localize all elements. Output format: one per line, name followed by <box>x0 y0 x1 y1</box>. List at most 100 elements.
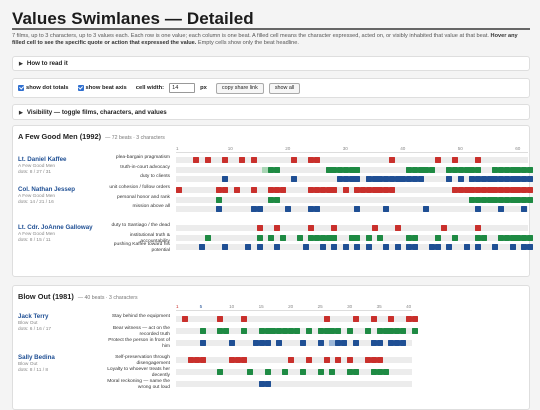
filled-beat-cell[interactable] <box>429 167 435 173</box>
filled-beat-cell[interactable] <box>388 316 395 322</box>
filled-beat-cell[interactable] <box>370 340 377 346</box>
filled-beat-cell[interactable] <box>317 328 324 334</box>
filled-beat-cell[interactable] <box>240 316 247 322</box>
filled-beat-cell[interactable] <box>446 176 453 182</box>
filled-beat-cell[interactable] <box>354 206 361 212</box>
filled-beat-cell[interactable] <box>199 357 206 363</box>
filled-beat-cell[interactable] <box>521 206 527 212</box>
filled-beat-cell[interactable] <box>475 157 481 163</box>
filled-beat-cell[interactable] <box>250 206 257 212</box>
filled-beat-cell[interactable] <box>400 340 407 346</box>
filled-beat-cell[interactable] <box>388 176 395 182</box>
filled-beat-cell[interactable] <box>229 340 236 346</box>
filled-beat-cell[interactable] <box>434 244 441 250</box>
filled-beat-cell[interactable] <box>365 235 372 241</box>
filled-beat-cell[interactable] <box>526 167 533 173</box>
filled-beat-cell[interactable] <box>296 235 303 241</box>
filled-beat-cell[interactable] <box>291 157 297 163</box>
filled-beat-cell[interactable] <box>417 176 424 182</box>
filled-beat-cell[interactable] <box>526 187 533 193</box>
filled-beat-cell[interactable] <box>299 340 306 346</box>
filled-beat-cell[interactable] <box>176 187 182 193</box>
filled-beat-cell[interactable] <box>264 369 271 375</box>
cell-width-input[interactable]: 14 <box>169 83 196 93</box>
filled-beat-cell[interactable] <box>347 357 354 363</box>
filled-beat-cell[interactable] <box>204 157 211 163</box>
filled-beat-cell[interactable] <box>376 328 383 334</box>
filled-beat-cell[interactable] <box>233 187 240 193</box>
filled-beat-cell[interactable] <box>305 357 312 363</box>
character-name[interactable]: Sally Bedina <box>18 354 55 361</box>
filled-beat-cell[interactable] <box>314 206 320 212</box>
copy-share-link-button[interactable]: copy share link <box>215 82 264 94</box>
filled-beat-cell[interactable] <box>370 357 377 363</box>
filled-beat-cell[interactable] <box>240 357 247 363</box>
filled-beat-cell[interactable] <box>353 316 359 322</box>
filled-beat-cell[interactable] <box>394 244 401 250</box>
filled-beat-cell[interactable] <box>480 176 487 182</box>
filled-beat-cell[interactable] <box>317 369 324 375</box>
filled-beat-cell[interactable] <box>509 244 516 250</box>
filled-beat-cell[interactable] <box>480 235 487 241</box>
filled-beat-cell[interactable] <box>223 328 230 334</box>
filled-beat-cell[interactable] <box>353 340 359 346</box>
filled-beat-cell[interactable] <box>264 340 271 346</box>
filled-beat-cell[interactable] <box>331 225 338 231</box>
filled-beat-cell[interactable] <box>216 206 223 212</box>
filled-beat-cell[interactable] <box>457 176 464 182</box>
visibility-toggle[interactable]: ▶ Visibility — toggle films, characters,… <box>13 105 529 120</box>
filled-beat-cell[interactable] <box>273 225 280 231</box>
filled-beat-cell[interactable] <box>370 369 377 375</box>
filled-beat-cell[interactable] <box>323 316 330 322</box>
filled-beat-cell[interactable] <box>222 244 228 250</box>
filled-beat-cell[interactable] <box>475 167 481 173</box>
filled-beat-cell[interactable] <box>217 316 224 322</box>
filled-beat-cell[interactable] <box>302 244 309 250</box>
filled-beat-cell[interactable] <box>452 235 458 241</box>
filled-beat-cell[interactable] <box>222 157 228 163</box>
filled-beat-cell[interactable] <box>187 357 194 363</box>
filled-beat-cell[interactable] <box>411 244 418 250</box>
filled-beat-cell[interactable] <box>341 340 348 346</box>
filled-beat-cell[interactable] <box>193 157 200 163</box>
filled-beat-cell[interactable] <box>370 316 377 322</box>
filled-beat-cell[interactable] <box>279 187 286 193</box>
filled-beat-cell[interactable] <box>394 225 401 231</box>
filled-beat-cell[interactable] <box>526 235 533 241</box>
filled-beat-cell[interactable] <box>376 369 383 375</box>
filled-beat-cell[interactable] <box>423 206 430 212</box>
filled-beat-cell[interactable] <box>199 244 205 250</box>
filled-beat-cell[interactable] <box>475 206 481 212</box>
how-to-read-toggle[interactable]: ▶ How to read it <box>13 57 529 71</box>
filled-beat-cell[interactable] <box>314 157 320 163</box>
filled-beat-cell[interactable] <box>503 235 510 241</box>
filled-beat-cell[interactable] <box>364 328 371 334</box>
filled-beat-cell[interactable] <box>354 167 361 173</box>
filled-beat-cell[interactable] <box>256 206 263 212</box>
filled-beat-cell[interactable] <box>365 176 372 182</box>
filled-beat-cell[interactable] <box>216 197 223 203</box>
filled-beat-cell[interactable] <box>288 357 295 363</box>
filled-beat-cell[interactable] <box>299 369 306 375</box>
filled-beat-cell[interactable] <box>273 167 280 173</box>
filled-beat-cell[interactable] <box>329 340 336 346</box>
filled-beat-cell[interactable] <box>204 235 211 241</box>
filled-beat-cell[interactable] <box>480 197 487 203</box>
filled-beat-cell[interactable] <box>342 244 349 250</box>
filled-beat-cell[interactable] <box>503 176 510 182</box>
filled-beat-cell[interactable] <box>245 244 251 250</box>
filled-beat-cell[interactable] <box>199 340 206 346</box>
filled-beat-cell[interactable] <box>239 157 246 163</box>
filled-beat-cell[interactable] <box>264 381 271 387</box>
filled-beat-cell[interactable] <box>181 316 188 322</box>
filled-beat-cell[interactable] <box>342 167 349 173</box>
filled-beat-cell[interactable] <box>258 381 265 387</box>
show-beat-axis-checkbox[interactable]: show beat axis <box>77 85 127 91</box>
filled-beat-cell[interactable] <box>273 197 280 203</box>
filled-beat-cell[interactable] <box>376 357 383 363</box>
filled-beat-cell[interactable] <box>331 244 338 250</box>
filled-beat-cell[interactable] <box>282 369 289 375</box>
filled-beat-cell[interactable] <box>446 244 453 250</box>
filled-beat-cell[interactable] <box>319 235 326 241</box>
filled-beat-cell[interactable] <box>273 244 280 250</box>
